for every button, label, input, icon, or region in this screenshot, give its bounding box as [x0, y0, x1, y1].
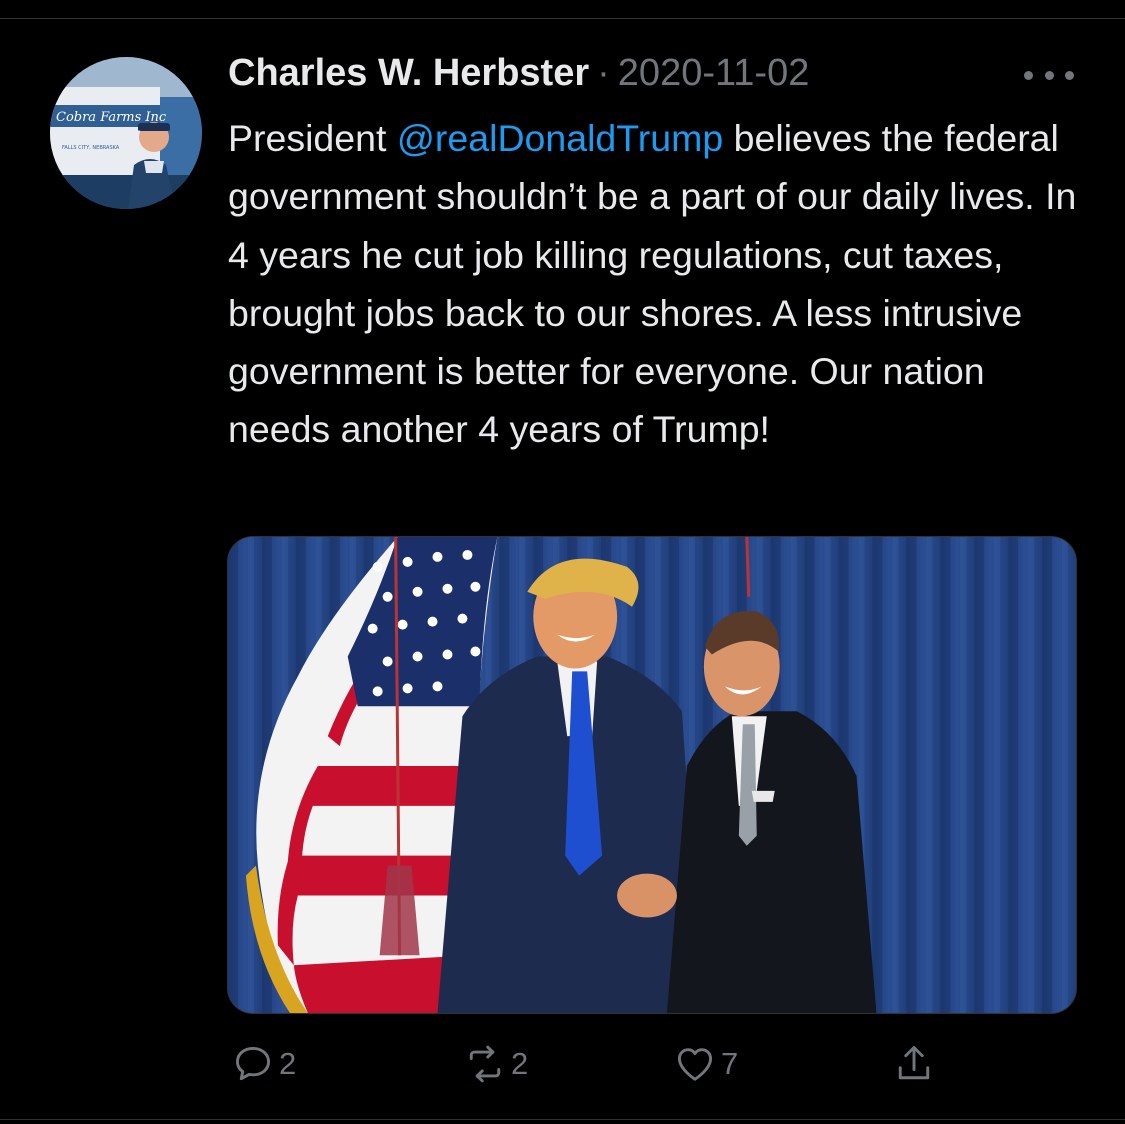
share-button[interactable] [892, 1036, 936, 1092]
reply-count: 2 [279, 1046, 297, 1081]
retweet-icon [469, 1045, 501, 1083]
reply-icon [235, 1046, 271, 1081]
avatar-small-text: FALLS CITY, NEBRASKA [62, 145, 120, 151]
tweet-text: President @realDonaldTrump believes the … [228, 109, 1088, 459]
more-dot [1044, 70, 1054, 80]
more-dot [1024, 70, 1033, 80]
author-name[interactable]: Charles W. Herbster [228, 52, 589, 95]
tweet-header: Charles W. Herbster · 2020-11-02 [228, 52, 809, 102]
more-options-icon[interactable] [1024, 64, 1074, 86]
photo-image [228, 537, 1076, 1013]
tweet-text-before: President [228, 117, 397, 159]
mention-link[interactable]: @realDonaldTrump [397, 117, 723, 159]
retweet-button[interactable]: 2 [463, 1036, 528, 1092]
like-button[interactable]: 7 [673, 1036, 738, 1092]
avatar[interactable]: Cobra Farms Inc FALLS CITY, NEBRASKA [50, 57, 202, 209]
share-icon [898, 1046, 930, 1080]
tweet-photo[interactable] [227, 536, 1077, 1014]
top-divider [0, 18, 1125, 19]
reply-button[interactable]: 2 [231, 1036, 296, 1092]
header-separator: · [597, 52, 610, 94]
bottom-divider [0, 1119, 1125, 1120]
avatar-image: Cobra Farms Inc FALLS CITY, NEBRASKA [50, 57, 202, 209]
more-dot [1065, 70, 1074, 80]
heart-icon [677, 1048, 713, 1081]
retweet-count: 2 [511, 1046, 529, 1081]
tweet-text-after: believes the federal government shouldn’… [228, 117, 1077, 451]
tweet-date[interactable]: 2020-11-02 [618, 52, 810, 95]
like-count: 7 [721, 1046, 739, 1081]
